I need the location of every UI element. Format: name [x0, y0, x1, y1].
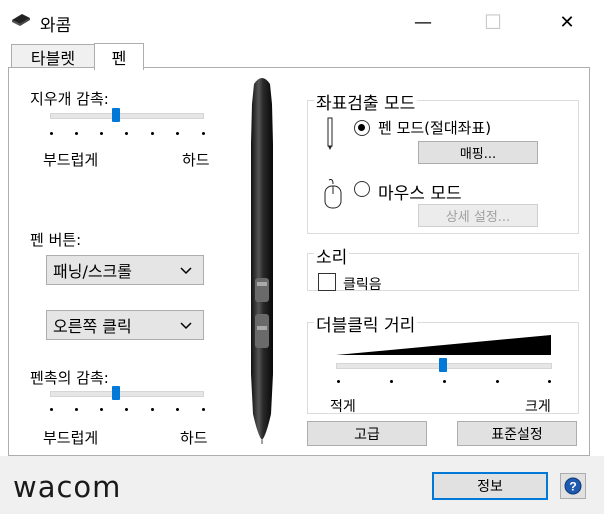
tick-mark [125, 408, 128, 411]
double-click-small-label: 적게 [330, 399, 356, 415]
tick-mark [202, 408, 205, 411]
tablet-app-icon [12, 14, 30, 26]
advanced-button[interactable]: 고급 [307, 421, 427, 446]
tick-mark [151, 408, 154, 411]
tip-feel-ticks [50, 408, 206, 412]
tick-mark [176, 408, 179, 411]
mouse-mode-icon [324, 179, 342, 209]
pen-illustration [251, 78, 273, 444]
upper-button-value: 패닝/스크롤 [53, 262, 132, 281]
eraser-soft-label: 부드럽게 [43, 151, 99, 169]
tick-mark [50, 408, 53, 411]
double-click-ticks [336, 380, 552, 384]
double-click-large-label: 크게 [525, 399, 551, 415]
eraser-feel-label: 지우개 감촉: [30, 90, 109, 108]
tracking-mode-title: 좌표검출 모드 [314, 89, 418, 114]
tip-soft-label: 부드럽게 [43, 429, 99, 447]
eraser-feel-slider-track [50, 113, 204, 119]
tip-feel-slider-thumb[interactable] [112, 386, 121, 400]
pen-mode-icon [327, 117, 333, 150]
tab-tablet[interactable]: 타블렛 [11, 44, 95, 69]
mouse-mode-radio[interactable] [354, 181, 370, 197]
lower-button-dropdown[interactable]: 오른쪽 클릭 [46, 310, 204, 340]
tip-feel-label: 펜촉의 감촉: [30, 369, 109, 387]
eraser-feel-slider-thumb[interactable] [112, 108, 121, 122]
distance-wedge-graphic [336, 335, 551, 355]
eraser-feel-ticks [50, 132, 206, 136]
tick-mark [548, 380, 551, 383]
defaults-button[interactable]: 표준설정 [457, 421, 577, 446]
help-button[interactable]: ? [560, 473, 586, 499]
tick-mark [75, 132, 78, 135]
click-sound-label: 클릭음 [343, 277, 382, 293]
tick-mark [75, 408, 78, 411]
pen-mode-radio[interactable] [354, 120, 370, 136]
double-click-title: 더블클릭 거리 [314, 311, 418, 336]
tick-mark [202, 132, 205, 135]
maximize-button: ☐ [484, 10, 502, 34]
svg-text:?: ? [569, 480, 576, 494]
help-icon: ? [564, 477, 582, 495]
tick-mark [496, 380, 499, 383]
mapping-button[interactable]: 매핑... [418, 141, 538, 164]
tick-mark [50, 132, 53, 135]
window-title: 와콤 [40, 16, 72, 36]
sound-title: 소리 [314, 243, 350, 268]
wacom-logo: wacom [13, 470, 122, 504]
lower-button-value: 오른쪽 클릭 [53, 317, 132, 336]
tip-hard-label: 하드 [180, 429, 208, 447]
close-button[interactable]: ✕ [544, 0, 590, 44]
tick-mark [443, 380, 446, 383]
tick-mark [337, 380, 340, 383]
tab-pen[interactable]: 펜 [94, 43, 144, 70]
double-click-slider-thumb[interactable] [439, 358, 447, 372]
eraser-hard-label: 하드 [182, 151, 210, 169]
upper-button-dropdown[interactable]: 패닝/스크롤 [46, 255, 204, 285]
chevron-down-icon [180, 267, 192, 275]
pen-buttons-label: 펜 버튼: [30, 231, 82, 249]
tip-feel-slider-track [50, 391, 204, 397]
tick-mark [390, 380, 393, 383]
chevron-down-icon [180, 322, 192, 330]
tick-mark [125, 132, 128, 135]
tick-mark [100, 408, 103, 411]
mouse-mode-label: 마우스 모드 [378, 184, 462, 204]
tick-mark [151, 132, 154, 135]
info-button[interactable]: 정보 [432, 472, 548, 500]
click-sound-checkbox[interactable] [318, 273, 336, 291]
details-button: 상세 설정... [418, 204, 538, 227]
tick-mark [100, 132, 103, 135]
minimize-button[interactable]: — [400, 0, 446, 44]
pen-mode-label: 펜 모드(절대좌표) [378, 119, 492, 137]
tick-mark [176, 132, 179, 135]
